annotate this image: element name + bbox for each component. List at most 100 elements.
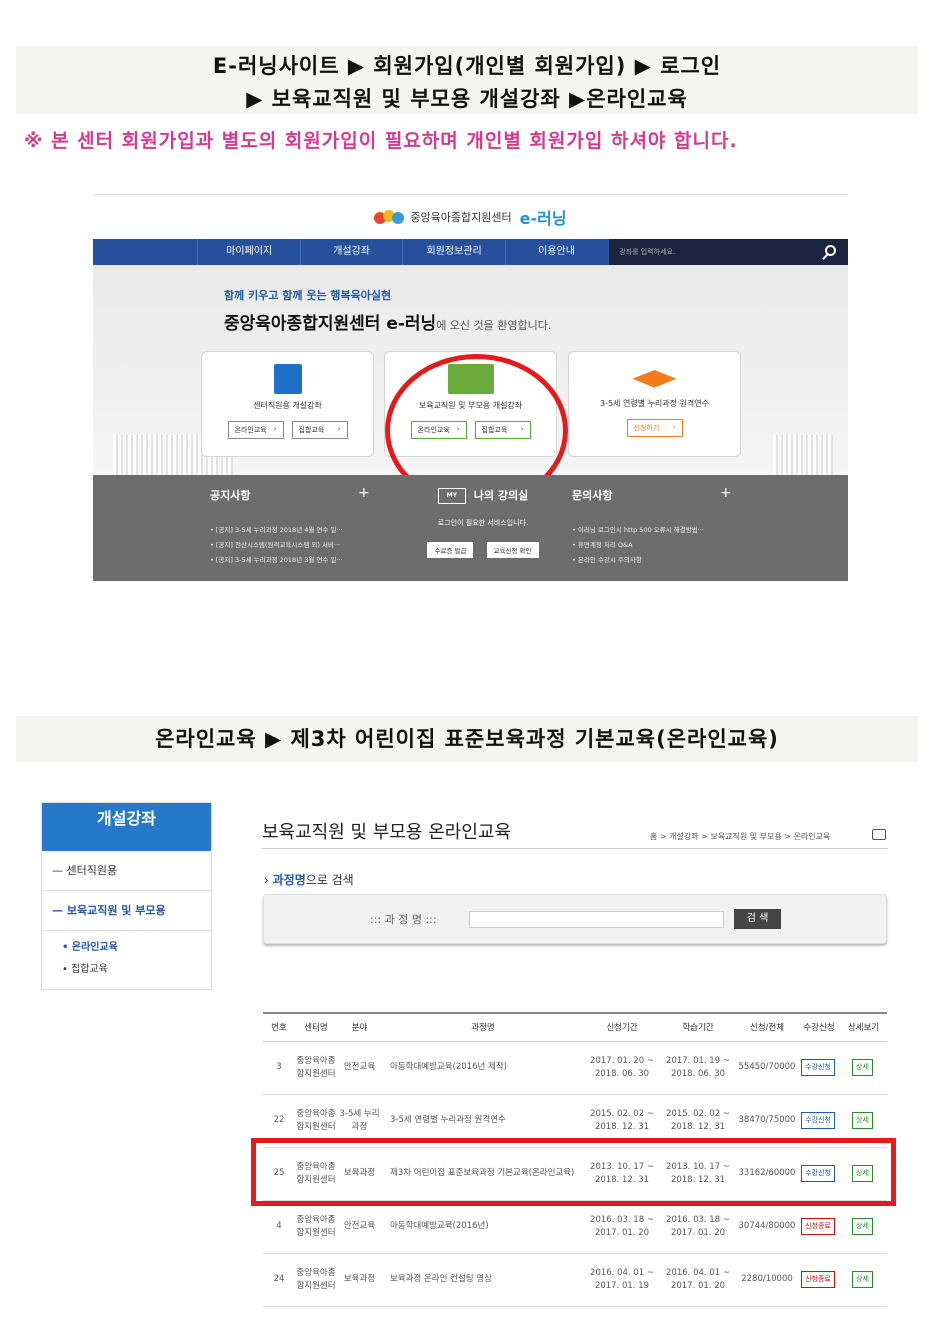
signup-note: ※ 본 센터 회원가입과 별도의 회원가입이 필요하며 개인별 회원가입 하셔야… xyxy=(24,130,738,152)
inquiry-heading: 문의사항 xyxy=(572,489,613,502)
step-banner-2: 온라인교육 ▶ 제3차 어린이집 표준보육과정 기본교육(온라인교육) xyxy=(16,716,918,762)
welcome-tail: 에 오신 것을 환영합니다. xyxy=(436,319,552,332)
nav-guide[interactable]: 이용안내 xyxy=(504,239,607,265)
sidebar-sub-online[interactable]: • 온라인교육 xyxy=(42,937,211,959)
notice-heading: 공지사항 xyxy=(210,489,251,502)
my-heading: 나의 강의실 xyxy=(473,489,529,502)
cell-detail: 상세 xyxy=(840,1041,887,1095)
card-staff-courses: 센터직원용 개설강좌 온라인교육 집합교육 xyxy=(201,351,374,457)
cell-center: 중앙육아종합지원센터 xyxy=(295,1041,337,1095)
online-edu-button[interactable]: 온라인교육 xyxy=(227,421,284,439)
col-header: 신청/전체 xyxy=(736,1012,798,1042)
col-header: 번호 xyxy=(263,1012,295,1042)
cell-number: 24 xyxy=(263,1253,295,1307)
sidebar-sub-label: 집합교육 xyxy=(71,964,108,975)
sidebar: 개설강좌 — 센터직원용 — 보육교직원 및 부모용 • 온라인교육 • 집합교… xyxy=(41,802,212,990)
status-button[interactable]: 수강신청 xyxy=(801,1112,835,1129)
detail-button[interactable]: 상세 xyxy=(852,1112,873,1129)
card-title: 센터직원용 개설강좌 xyxy=(253,401,322,410)
course-search-input[interactable]: 강좌를 입력하세요. xyxy=(609,239,848,265)
group-edu-button[interactable]: 집합교육 xyxy=(291,421,348,439)
logo-mark-icon xyxy=(374,208,405,226)
course-search-box: ::: 과 정 명 ::: 검 색 xyxy=(263,894,887,944)
nav-courses[interactable]: 개설강좌 xyxy=(299,239,402,265)
table-row: 4 중앙육아종합지원센터 안전교육 아동학대예방교육(2016년) 2016. 03. … xyxy=(263,1200,887,1254)
inquiry-item[interactable]: 휴면계정 처리 Q&A xyxy=(572,538,704,553)
cell-course: 아동학대예방교육(2016년) xyxy=(382,1200,584,1254)
detail-button[interactable]: 상세 xyxy=(852,1218,873,1235)
card-title: 3-5세 연령별 누리과정 원격연수 xyxy=(599,399,709,408)
my-badge: MY xyxy=(437,488,466,504)
status-button[interactable]: 신청종료 xyxy=(801,1271,835,1288)
col-header: 신청기간 xyxy=(584,1012,660,1042)
notice-more-icon[interactable]: + xyxy=(358,485,370,501)
elearning-home-screenshot: 중앙육아종합지원센터 e-러닝 마이페이지 개설강좌 회원정보관리 이용안내 강… xyxy=(93,194,848,581)
notice-item[interactable]: [공지] 3-5세 누리과정 2018년 3월 연수 일··· xyxy=(210,553,343,568)
login-required-text: 로그인이 필요한 서비스입니다. xyxy=(437,519,529,527)
nav-mypage[interactable]: 마이페이지 xyxy=(197,239,299,265)
notice-item[interactable]: [공지] 전산시스템(원격교육시스템 외) 서비··· xyxy=(210,538,343,553)
detail-button[interactable]: 상세 xyxy=(852,1271,873,1288)
inquiry-item[interactable]: 이러닝 로그인시 http 500 오류시 해결방법··· xyxy=(572,523,704,538)
cell-center: 중앙육아종합지원센터 xyxy=(295,1200,337,1254)
hero-section: 함께 키우고 함께 웃는 행복육아실현 중앙육아종합지원센터 e-러닝에 오신 … xyxy=(93,265,848,507)
step-line-1: E-러닝사이트 ▶ 회원가입(개인별 회원가입) ▶ 로그인 xyxy=(212,54,722,78)
print-icon[interactable] xyxy=(872,829,886,840)
main-nav: 마이페이지 개설강좌 회원정보관리 이용안내 강좌를 입력하세요. xyxy=(93,239,848,265)
search-icon[interactable] xyxy=(825,245,837,256)
sidebar-item-label: 보육교직원 및 부모용 xyxy=(66,904,166,917)
sidebar-item-teacher-parent[interactable]: — 보육교직원 및 부모용 xyxy=(42,891,211,931)
apply-button[interactable]: 신청하기 xyxy=(626,419,683,437)
logo-brand: e-러닝 xyxy=(519,209,567,228)
application-check-button[interactable]: 교육신청 확인 xyxy=(486,542,539,558)
cell-apply-period: 2016. 03. 18 ~ 2017. 01. 20 xyxy=(584,1200,660,1254)
logo-text: 중앙육아종합지원센터 xyxy=(410,211,512,224)
detail-button[interactable]: 상세 xyxy=(852,1059,873,1076)
breadcrumb: 홈 > 개설강좌 > 보육교직원 및 부모용 > 온라인교육 xyxy=(650,832,831,841)
cell-status: 수강신청 xyxy=(798,1041,840,1095)
cell-number: 3 xyxy=(263,1041,295,1095)
sidebar-sub-group[interactable]: • 집합교육 xyxy=(42,959,211,981)
inquiry-more-icon[interactable]: + xyxy=(720,485,732,501)
book-icon xyxy=(273,364,302,394)
status-button[interactable]: 신청종료 xyxy=(801,1218,835,1235)
card-nuri-training: 3-5세 연령별 누리과정 원격연수 신청하기 xyxy=(568,351,741,457)
cell-study-period: 2016. 03. 18 ~ 2017. 01. 20 xyxy=(660,1200,736,1254)
sidebar-item-staff[interactable]: — 센터직원용 xyxy=(42,851,211,891)
sidebar-item-label: 센터직원용 xyxy=(66,864,118,877)
site-logo[interactable]: 중앙육아종합지원센터 e-러닝 xyxy=(93,195,848,239)
course-name-input[interactable] xyxy=(469,911,724,928)
inquiry-panel: 문의사항 이러닝 로그인시 http 500 오류시 해결방법··· 휴면계정 … xyxy=(572,487,704,568)
nav-member-info[interactable]: 회원정보관리 xyxy=(402,239,504,265)
cell-detail: 상세 xyxy=(840,1253,887,1307)
info-band: 공지사항 [공지] 3-5세 누리과정 2018년 4월 연수 일··· [공지… xyxy=(93,475,848,581)
step-line-2: ▶ 보육교직원 및 부모용 개설강좌 ▶온라인교육 xyxy=(246,87,688,111)
col-header: 상세보기 xyxy=(840,1012,887,1042)
cell-count: 30744/80000 xyxy=(736,1200,798,1254)
col-header: 수강신청 xyxy=(798,1012,840,1042)
search-label-bold: 과정명 xyxy=(272,873,306,887)
my-classroom-panel: MY 나의 강의실 로그인이 필요한 서비스입니다. 수료증 발급 교육신청 확인 xyxy=(413,487,553,558)
certificate-button[interactable]: 수료증 발급 xyxy=(427,542,474,558)
cell-study-period: 2016. 04. 01 ~ 2017. 01. 20 xyxy=(660,1253,736,1307)
inquiry-item[interactable]: 온라인 수강시 주의사항 xyxy=(572,553,704,568)
cell-detail: 상세 xyxy=(840,1200,887,1254)
cell-field: 안전교육 xyxy=(337,1041,382,1095)
hero-tagline: 함께 키우고 함께 웃는 행복육아실현 xyxy=(224,289,392,302)
cell-field: 안전교육 xyxy=(337,1200,382,1254)
search-placeholder: 강좌를 입력하세요. xyxy=(619,248,676,256)
search-button[interactable]: 검 색 xyxy=(734,909,781,929)
cell-course: 아동학대예방교육(2016년 제작) xyxy=(382,1041,584,1095)
notice-panel: 공지사항 [공지] 3-5세 누리과정 2018년 4월 연수 일··· [공지… xyxy=(210,487,343,568)
table-row: 3 중앙육아종합지원센터 안전교육 아동학대예방교육(2016년 제작) 2017. 0… xyxy=(263,1041,887,1095)
title-divider xyxy=(262,848,888,849)
cell-course: 보육과정 온라인 컨설팅 영상 xyxy=(382,1253,584,1307)
status-button[interactable]: 수강신청 xyxy=(801,1059,835,1076)
sidebar-sub-label: 온라인교육 xyxy=(71,942,118,953)
notice-item[interactable]: [공지] 3-5세 누리과정 2018년 4월 연수 일··· xyxy=(210,523,343,538)
col-header: 센터명 xyxy=(295,1012,337,1042)
table-header-row: 번호 센터명 분야 과정명 신청기간 학습기간 신청/전체 수강신청 상세보기 xyxy=(263,1012,887,1042)
cell-study-period: 2017. 01. 19 ~ 2018. 06. 30 xyxy=(660,1041,736,1095)
search-field-label: ::: 과 정 명 ::: xyxy=(370,913,437,926)
search-label-rest: 으로 검색 xyxy=(305,873,354,887)
